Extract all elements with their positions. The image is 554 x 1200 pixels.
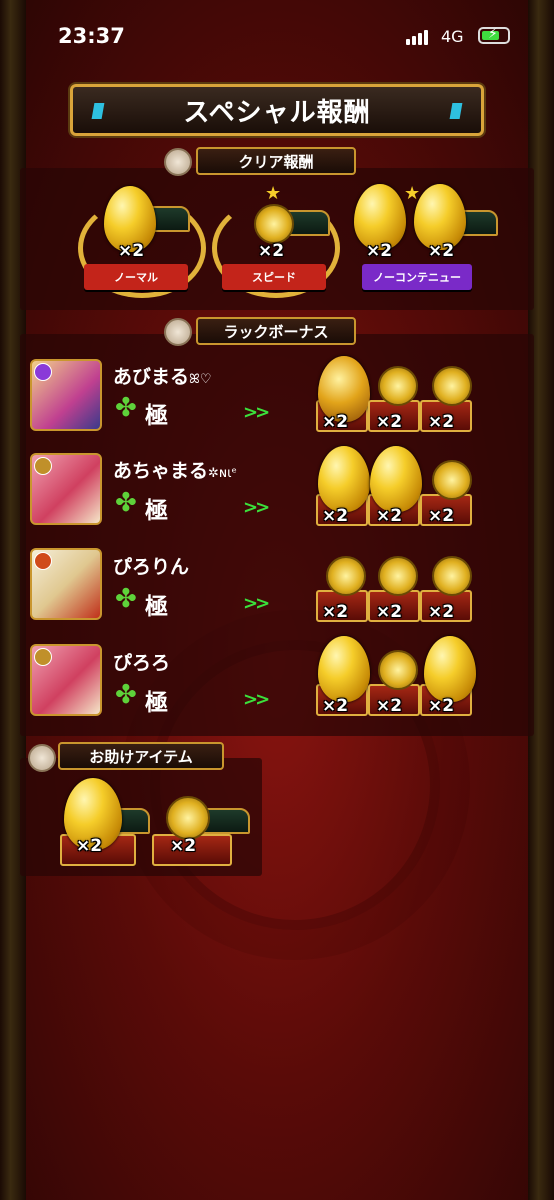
battery-icon: ⚡ [478,26,510,44]
gem-left-icon [91,103,105,119]
element-icon [34,552,52,570]
gold-medal-icon [378,366,418,406]
reward-multiplier: ×2 [118,241,145,261]
star-icon: ★ [265,183,282,204]
reward-multiplier: ×2 [428,506,455,526]
reward-multiplier: ×2 [376,602,403,622]
reward-multiplier: ×2 [376,412,403,432]
double-arrow-icon: >> [243,689,270,710]
luck-grade: 極 [145,403,168,429]
ribbon-label: ノーコンテニュー [373,271,461,284]
clear-rewards-label: クリア報酬 [196,147,356,175]
avatar [30,359,102,431]
rose-medal-icon [164,148,192,176]
avatar [30,548,102,620]
clover-icon: ✤ [115,393,137,423]
reward-multiplier: ×2 [322,412,349,432]
rose-medal-icon [28,744,56,772]
signal-icon [406,30,428,45]
luck-grade: 極 [145,498,168,524]
reward-multiplier: ×2 [428,696,455,716]
reward-multiplier: ×2 [428,241,455,261]
clover-icon: ✤ [115,488,137,518]
page-title: スペシャル報酬 [183,97,371,128]
reward-multiplier: ×2 [428,412,455,432]
player-name: あびまる [113,366,190,388]
element-icon [34,457,52,475]
gold-medal-icon [432,556,472,596]
gold-medal-icon [378,556,418,596]
gold-medal-icon [378,650,418,690]
avatar [30,453,102,525]
player-name: ぴろろ [113,652,171,674]
gold-medal-icon [166,796,210,840]
gold-medal-icon [254,204,294,244]
reward-multiplier: ×2 [322,506,349,526]
element-icon [34,648,52,666]
player-name-suffix: ꕤ♡ [189,372,212,387]
clover-icon: ✤ [115,680,137,710]
title-plate: スペシャル報酬 [70,84,484,136]
status-bar: 23:37 4G ⚡ [0,0,554,70]
player-name-suffix: ✲ɴɩᵉ [208,466,237,481]
double-arrow-icon: >> [243,497,270,518]
gold-medal-icon [326,556,366,596]
reward-multiplier: ×2 [258,241,285,261]
ribbon-label: スピード [252,271,296,284]
luck-grade: 極 [145,594,168,620]
reward-multiplier: ×2 [170,836,197,856]
ribbon-speed: スピード [222,264,326,290]
gem-right-icon [449,103,463,119]
luck-bonus-label: ラックボーナス [196,317,356,345]
help-items-label: お助けアイテム [58,742,224,770]
ribbon-normal: ノーマル [84,264,188,290]
ribbon-label: ノーマル [114,271,158,284]
rose-medal-icon [164,318,192,346]
ribbon-no-continue: ノーコンテニュー [362,264,472,290]
avatar [30,644,102,716]
gold-medal-icon [432,366,472,406]
reward-multiplier: ×2 [376,696,403,716]
reward-multiplier: ×2 [322,602,349,622]
element-icon [34,363,52,381]
luck-grade: 極 [145,690,168,716]
clover-icon: ✤ [115,584,137,614]
gold-medal-icon [432,460,472,500]
reward-multiplier: ×2 [376,506,403,526]
player-name: あちゃまる [113,460,209,482]
status-time: 23:37 [58,24,125,48]
reward-multiplier: ×2 [76,836,103,856]
reward-multiplier: ×2 [428,602,455,622]
player-name: ぴろりん [113,556,190,578]
reward-multiplier: ×2 [322,696,349,716]
double-arrow-icon: >> [243,593,270,614]
network-label: 4G [441,27,464,46]
double-arrow-icon: >> [243,402,270,423]
reward-multiplier: ×2 [366,241,393,261]
